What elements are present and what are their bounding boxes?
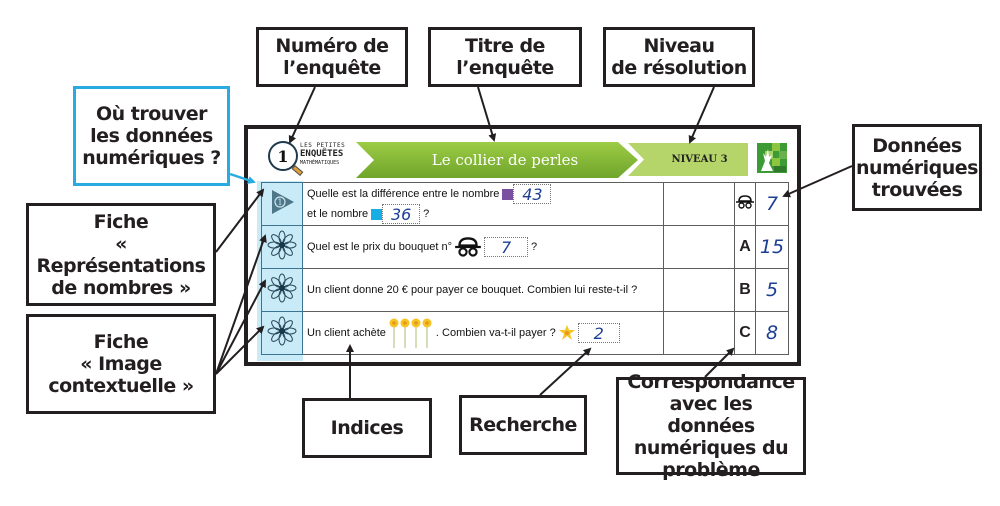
leader-lines <box>215 86 853 398</box>
arrow-niveau <box>688 86 715 144</box>
arrow-numero <box>288 86 316 144</box>
arrow-recherche <box>539 347 592 396</box>
arrow-titre <box>477 86 497 142</box>
arrow-fiche-representations <box>215 188 265 253</box>
arrow-ou-trouver <box>229 172 256 184</box>
arrow-donnees-trouvees <box>782 165 853 198</box>
arrow-fiche-image-3 <box>215 325 265 375</box>
arrow-fiche-image-1 <box>215 234 267 375</box>
arrow-correspondance <box>704 347 735 378</box>
arrow-fiche-image-2 <box>215 279 266 375</box>
